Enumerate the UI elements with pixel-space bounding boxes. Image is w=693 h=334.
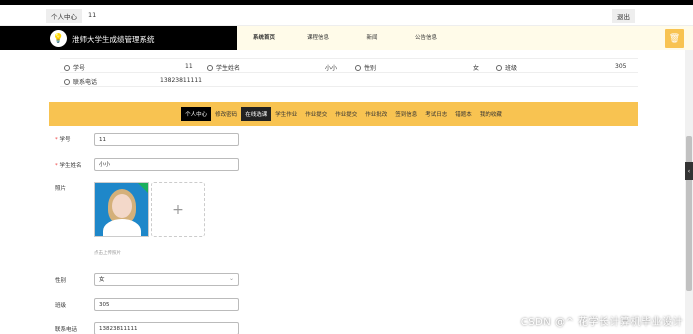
gender-label: 性别	[55, 278, 67, 284]
trash-icon[interactable]: 🗑	[665, 29, 684, 48]
check-badge-icon	[138, 183, 148, 193]
xuehao-label: * 学号	[55, 137, 71, 143]
sub-nav: 个人中心 修改密码 在线选课 学生作业 作业提交 作业提交 作业批改 签到信息 …	[49, 102, 638, 126]
subnav-item-mistakes[interactable]: 错题本	[451, 107, 476, 121]
nav-item-news[interactable]: 新闻	[345, 26, 399, 50]
summary-key: 班级	[505, 65, 518, 72]
profile-summary: 学号 11 学生姓名 小小 性别 女 班级 305 联系电话 138238111…	[60, 57, 638, 87]
summary-class-value: 305	[615, 63, 627, 70]
subnav-item-homework[interactable]: 学生作业	[271, 107, 301, 121]
subnav-item-center[interactable]: 个人中心	[181, 107, 212, 121]
chevron-down-icon: ⌄	[228, 275, 234, 282]
class-label: 班级	[55, 303, 67, 309]
divider	[60, 58, 638, 59]
user-icon	[207, 64, 213, 71]
subnav-item-favorites[interactable]: 我的收藏	[476, 107, 506, 121]
user-center-button[interactable]: 个人中心	[46, 9, 82, 23]
user-bar: 个人中心 11 退出	[0, 5, 693, 26]
summary-name: 学生姓名	[207, 63, 240, 72]
xuehao-field[interactable]: 11	[94, 133, 239, 146]
subnav-item-password[interactable]: 修改密码	[211, 107, 241, 121]
user-icon	[496, 64, 502, 71]
summary-phone-value: 13823811111	[160, 77, 202, 84]
photo-label: 照片	[55, 186, 67, 192]
name-field[interactable]: 小小	[94, 158, 239, 171]
photo-body	[103, 219, 141, 236]
main-nav: 系统首页 课程信息 新闻 公告信息 🗑	[237, 26, 693, 50]
summary-name-value: 小小	[325, 65, 338, 72]
nav-item-home[interactable]: 系统首页	[237, 26, 291, 50]
photo-face	[112, 194, 132, 218]
summary-key: 联系电话	[73, 79, 98, 86]
summary-class: 班级	[496, 63, 517, 72]
user-icon	[355, 64, 361, 71]
logout-button[interactable]: 退出	[612, 9, 635, 23]
user-icon	[64, 64, 70, 71]
upload-tip: 点击上传照片	[94, 251, 121, 256]
phone-field[interactable]: 13823811111	[94, 322, 239, 334]
phone-label: 联系电话	[55, 327, 78, 333]
divider	[60, 72, 638, 73]
photo-preview[interactable]	[94, 182, 149, 237]
subnav-item-signin[interactable]: 签到信息	[391, 107, 421, 121]
subnav-item-select-course[interactable]: 在线选课	[241, 107, 272, 121]
summary-gender-value: 女	[473, 65, 480, 72]
scrollbar-thumb[interactable]	[686, 136, 692, 291]
summary-key: 学号	[73, 65, 86, 72]
summary-xuehao-value: 11	[185, 63, 193, 70]
subnav-item-submit2[interactable]: 作业提交	[331, 107, 361, 121]
summary-key: 性别	[364, 65, 377, 72]
bulb-icon[interactable]: 💡	[50, 30, 67, 47]
name-label: * 学生姓名	[55, 163, 82, 169]
plus-icon: +	[172, 201, 184, 218]
gender-value: 女	[99, 277, 105, 283]
summary-phone: 联系电话	[64, 77, 97, 86]
class-field[interactable]: 305	[94, 298, 239, 311]
subnav-item-exam-log[interactable]: 考试日志	[421, 107, 451, 121]
summary-gender: 性别	[355, 63, 376, 72]
summary-key: 学生姓名	[216, 65, 241, 72]
page-scrollbar[interactable]	[685, 50, 693, 334]
summary-xuehao: 学号	[64, 63, 85, 72]
nav-item-notices[interactable]: 公告信息	[399, 26, 453, 50]
profile-form: * 学号 11 * 学生姓名 小小 照片 + 点击上传照片 性别 女 ⌄ 班级 3…	[0, 126, 693, 334]
site-title[interactable]: 淮师大学生成绩管理系统	[72, 34, 155, 45]
divider	[60, 86, 638, 87]
subnav-item-grade[interactable]: 作业批改	[361, 107, 391, 121]
gender-select[interactable]: 女 ⌄	[94, 273, 239, 286]
watermark: CSDN @^ 花学长计算机毕业设计	[520, 317, 683, 328]
app-frame: 个人中心 11 退出 💡 淮师大学生成绩管理系统 系统首页 课程信息 新闻 公告…	[0, 0, 693, 334]
nav-item-courses[interactable]: 课程信息	[291, 26, 345, 50]
chevron-left-icon: ‹	[687, 167, 691, 175]
username-label: 11	[88, 11, 97, 19]
user-icon	[64, 78, 70, 85]
subnav-item-submit[interactable]: 作业提交	[301, 107, 331, 121]
side-collapse-button[interactable]: ‹	[685, 162, 693, 180]
upload-button[interactable]: +	[151, 182, 205, 237]
